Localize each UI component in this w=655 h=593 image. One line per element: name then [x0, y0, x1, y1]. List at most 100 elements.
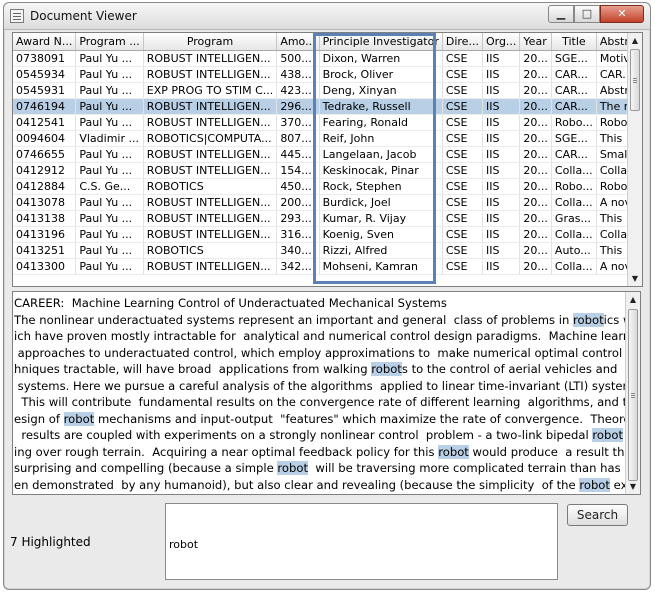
table-row[interactable]: 0412912 Paul Yu ... ROBUST INTELLIGEN... 15… [13, 162, 642, 179]
table-cell[interactable]: ROBUST INTELLIGEN... [143, 194, 278, 211]
table-cell[interactable]: IIS [482, 210, 521, 227]
table-cell[interactable]: Rizzi, Alfred [319, 242, 443, 259]
table-cell[interactable]: Kumar, R. Vijay [319, 210, 443, 227]
table-row[interactable]: 0545934 Paul Yu ... ROBUST INTELLIGEN... 43… [13, 66, 642, 83]
search-input[interactable]: robot [165, 503, 558, 580]
table-cell[interactable]: 20... [519, 146, 552, 163]
table-cell[interactable]: CSE [442, 194, 483, 211]
table-cell[interactable]: 0413196 [13, 226, 77, 243]
table-cell[interactable]: 807... [276, 130, 320, 147]
table-cell[interactable]: SGE... [551, 50, 597, 67]
table-cell[interactable]: CSE [442, 146, 483, 163]
table-cell[interactable]: Paul Yu ... [75, 114, 144, 131]
table-cell[interactable]: 500... [276, 50, 320, 67]
table-cell[interactable]: ROBUST INTELLIGEN... [143, 210, 278, 227]
table-cell[interactable]: Paul Yu ... [75, 242, 144, 259]
table-cell[interactable]: ROBUST INTELLIGEN... [143, 258, 278, 275]
table-cell[interactable]: 370... [276, 114, 320, 131]
table-cell[interactable]: ROBUST INTELLIGEN... [143, 226, 278, 243]
table-cell[interactable]: 438... [276, 66, 320, 83]
table-cell[interactable]: Dixon, Warren [319, 50, 443, 67]
table-cell[interactable]: C.S. Ge... [75, 178, 144, 195]
scroll-down-arrow-icon[interactable]: ▼ [626, 479, 640, 494]
abstract-text[interactable]: CAREER: Machine Learning Control of Unde… [14, 295, 625, 493]
table-cell[interactable]: Mohseni, Kamran [319, 258, 443, 275]
search-button[interactable]: Search [567, 504, 628, 526]
table-cell[interactable]: 20... [519, 178, 552, 195]
table-cell[interactable]: 450... [276, 178, 320, 195]
table-cell[interactable]: ROBUST INTELLIGEN... [143, 162, 278, 179]
table-cell[interactable]: IIS [482, 146, 521, 163]
abstract-text-panel[interactable]: CAREER: Machine Learning Control of Unde… [12, 291, 641, 495]
table-cell[interactable]: ROBOTICS [143, 178, 278, 195]
table-cell[interactable]: 445... [276, 146, 320, 163]
table-vertical-scrollbar[interactable]: ▲ ▼ [627, 33, 642, 286]
table-row[interactable]: 0413138 Paul Yu ... ROBUST INTELLIGEN... 29… [13, 210, 642, 227]
table-cell[interactable]: 20... [519, 226, 552, 243]
table-cell[interactable]: IIS [482, 178, 521, 195]
table-cell[interactable]: 20... [519, 194, 552, 211]
table-cell[interactable]: 20... [519, 98, 552, 115]
table-cell[interactable]: 0412884 [13, 178, 77, 195]
table-cell[interactable]: IIS [482, 194, 521, 211]
table-cell[interactable]: CAR... [551, 98, 597, 115]
table-cell[interactable]: Paul Yu ... [75, 98, 144, 115]
column-header[interactable]: Principle Investigator [319, 33, 443, 51]
table-cell[interactable]: CSE [442, 114, 483, 131]
table-cell[interactable]: 0412912 [13, 162, 77, 179]
table-cell[interactable]: Paul Yu ... [75, 162, 144, 179]
table-cell[interactable]: Brock, Oliver [319, 66, 443, 83]
table-cell[interactable]: CSE [442, 210, 483, 227]
table-cell[interactable]: CSE [442, 66, 483, 83]
table-cell[interactable]: IIS [482, 50, 521, 67]
table-cell[interactable]: CSE [442, 50, 483, 67]
table-cell[interactable]: 0738091 [13, 50, 77, 67]
table-cell[interactable]: IIS [482, 162, 521, 179]
table-cell[interactable]: CSE [442, 242, 483, 259]
table-cell[interactable]: CSE [442, 98, 483, 115]
table-row[interactable]: 0545931 Paul Yu ... EXP PROG TO STIM C... 4… [13, 82, 642, 99]
table-cell[interactable]: 20... [519, 130, 552, 147]
table-cell[interactable]: 0413300 [13, 258, 77, 275]
table-cell[interactable]: 20... [519, 242, 552, 259]
table-cell[interactable]: IIS [482, 114, 521, 131]
table-cell[interactable]: 423... [276, 82, 320, 99]
column-header[interactable]: Program ... [75, 33, 144, 51]
table-cell[interactable]: Paul Yu ... [75, 66, 144, 83]
table-cell[interactable]: Robo... [551, 178, 597, 195]
table-cell[interactable]: Paul Yu ... [75, 210, 144, 227]
table-cell[interactable]: IIS [482, 226, 521, 243]
table-cell[interactable]: ROBUST INTELLIGEN... [143, 66, 278, 83]
column-header[interactable]: Amo... [276, 33, 320, 51]
table-row[interactable]: 0738091 Paul Yu ... ROBUST INTELLIGEN... 50… [13, 50, 642, 67]
table-row[interactable]: 0746655 Paul Yu ... ROBUST INTELLIGEN... 44… [13, 146, 642, 163]
column-header[interactable]: Title [551, 33, 597, 51]
table-cell[interactable]: IIS [482, 130, 521, 147]
table-cell[interactable]: CSE [442, 82, 483, 99]
table-cell[interactable]: ROBUST INTELLIGEN... [143, 146, 278, 163]
table-cell[interactable]: 20... [519, 114, 552, 131]
table-cell[interactable]: Rock, Stephen [319, 178, 443, 195]
close-button[interactable]: ✕ [600, 5, 644, 23]
table-cell[interactable]: ROBOTICS [143, 242, 278, 259]
table-cell[interactable]: CSE [442, 258, 483, 275]
table-cell[interactable]: 20... [519, 258, 552, 275]
table-cell[interactable]: 316... [276, 226, 320, 243]
table-cell[interactable]: 293... [276, 210, 320, 227]
table-cell[interactable]: Burdick, Joel [319, 194, 443, 211]
table-cell[interactable]: SGE... [551, 130, 597, 147]
scroll-down-arrow-icon[interactable]: ▼ [628, 271, 642, 286]
maximize-button[interactable]: □ [574, 5, 600, 23]
table-cell[interactable]: 0413078 [13, 194, 77, 211]
table-row[interactable]: 0413196 Paul Yu ... ROBUST INTELLIGEN... 31… [13, 226, 642, 243]
table-cell[interactable]: Koenig, Sven [319, 226, 443, 243]
table-cell[interactable]: 0094604 [13, 130, 77, 147]
table-cell[interactable]: 0746194 [13, 98, 77, 115]
table-cell[interactable]: IIS [482, 82, 521, 99]
table-cell[interactable]: IIS [482, 258, 521, 275]
table-cell[interactable]: Paul Yu ... [75, 258, 144, 275]
table-cell[interactable]: CAR... [551, 146, 597, 163]
table-row[interactable]: 0746194 Paul Yu ... ROBUST INTELLIGEN... 29… [13, 98, 642, 115]
table-cell[interactable]: Paul Yu ... [75, 146, 144, 163]
table-cell[interactable]: Robo... [551, 114, 597, 131]
